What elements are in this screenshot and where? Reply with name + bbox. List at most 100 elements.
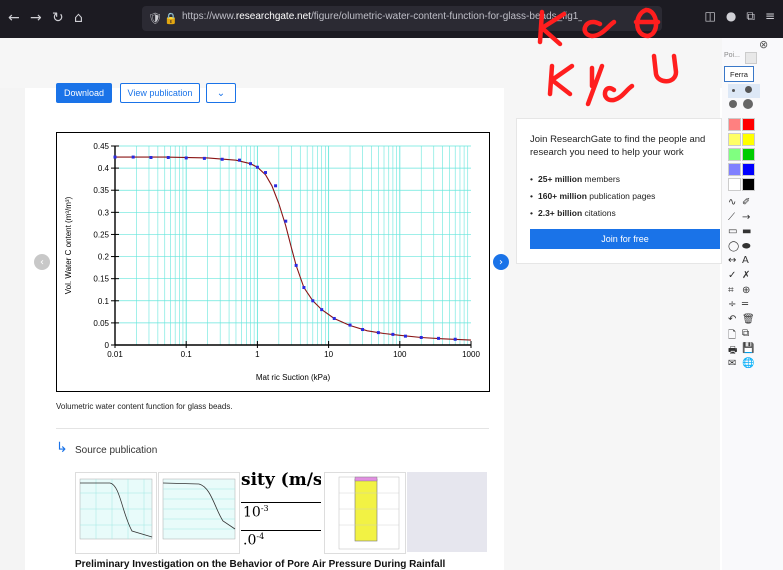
- previous-figure-button[interactable]: ‹: [34, 254, 50, 270]
- palette-tool[interactable]: ⬬: [742, 241, 751, 252]
- palette-tool[interactable]: ◯: [728, 241, 739, 252]
- palette-tool[interactable]: 🌐: [742, 358, 754, 369]
- palette-tool[interactable]: ⊕: [742, 285, 750, 296]
- extension-icon[interactable]: ⧉: [746, 9, 755, 24]
- next-figure-button[interactable]: ›: [493, 254, 509, 270]
- y-axis-label: Vol. Water C ontent (m³/m³): [64, 196, 73, 294]
- home-icon[interactable]: ⌂: [74, 10, 83, 26]
- data-point: [332, 316, 336, 320]
- pointer-swatch[interactable]: [745, 52, 757, 64]
- x-tick-label: 10: [324, 350, 333, 359]
- palette-tool[interactable]: ÷: [728, 299, 736, 310]
- palette-tool[interactable]: ✐: [742, 197, 750, 208]
- thumbnail-3-value-2: .0-4: [243, 532, 265, 549]
- thumbnail-4[interactable]: [324, 472, 406, 554]
- overflow-menu-icon[interactable]: ≡: [765, 9, 775, 24]
- thumbnail-4-chart: [338, 476, 400, 550]
- x-axis-label: Mat ric Suction (kPa): [256, 373, 331, 382]
- x-tick-label: 100: [393, 350, 407, 359]
- palette-tool[interactable]: ↶: [728, 314, 736, 325]
- color-swatch[interactable]: [742, 178, 755, 191]
- palette-tool[interactable]: ✉: [728, 358, 736, 369]
- reload-icon[interactable]: ↻: [52, 10, 64, 26]
- palette-tool[interactable]: A: [742, 255, 749, 266]
- close-palette-icon[interactable]: ⊗: [759, 38, 768, 51]
- palette-tool[interactable]: ▬: [742, 226, 751, 237]
- palette-tool[interactable]: ✓: [728, 270, 736, 281]
- palette-tool[interactable]: ↔: [728, 255, 736, 266]
- lock-icon: 🔒: [164, 12, 178, 25]
- thumbnail-1-chart: [79, 478, 153, 540]
- source-publication-title[interactable]: Preliminary Investigation on the Behavio…: [75, 559, 445, 570]
- palette-tool[interactable]: 🗑: [742, 314, 755, 325]
- color-swatch[interactable]: [742, 133, 755, 146]
- palette-tool[interactable]: ∿: [728, 197, 736, 208]
- url-text: https://www.researchgate.net/figure/olum…: [182, 11, 582, 22]
- palette-tool[interactable]: ⟋: [728, 212, 735, 223]
- data-point: [274, 184, 278, 188]
- color-swatch[interactable]: [728, 148, 741, 161]
- data-point: [348, 323, 352, 327]
- color-swatch[interactable]: [742, 163, 755, 176]
- handwritten-u: [651, 53, 679, 84]
- water-content-chart: 0 0.05 0.1 0.15 0.2 0.25 0.3 0.35 0.4 0.45 0.01 0.1…: [64, 142, 480, 382]
- thumbnail-3-rule-2: [241, 530, 321, 531]
- data-point: [391, 332, 395, 336]
- color-swatch[interactable]: [742, 148, 755, 161]
- thumbnail-2-chart: [162, 478, 236, 540]
- color-swatch[interactable]: [728, 163, 741, 176]
- thumbnail-3[interactable]: sity (m/s) 10-3 .0-4: [241, 472, 321, 552]
- palette-tool[interactable]: ⌗: [728, 285, 734, 296]
- brush-size-small[interactable]: [732, 89, 735, 92]
- color-swatch[interactable]: [742, 118, 755, 131]
- data-point: [311, 299, 315, 303]
- data-point: [419, 335, 423, 339]
- brush-size-medium[interactable]: [745, 86, 752, 93]
- y-tick-label: 0.25: [93, 230, 109, 239]
- brush-size-xlarge[interactable]: [743, 99, 753, 109]
- x-tick-label: 0.1: [181, 350, 193, 359]
- thumbnail-3-value-1: 10-3: [243, 504, 269, 521]
- forward-arrow-icon[interactable]: →: [30, 10, 42, 26]
- figure-image[interactable]: 0 0.05 0.1 0.15 0.2 0.25 0.3 0.35 0.4 0.45 0.01 0.1…: [56, 132, 490, 392]
- palette-tool[interactable]: ✗: [742, 270, 750, 281]
- x-tick-label: 1000: [462, 350, 480, 359]
- color-swatch[interactable]: [728, 133, 741, 146]
- download-button[interactable]: Download: [56, 83, 112, 103]
- data-point: [131, 155, 135, 159]
- pointer-tool[interactable]: Poi...: [724, 52, 740, 59]
- data-point: [184, 156, 188, 160]
- data-point: [437, 336, 441, 340]
- color-swatch[interactable]: [728, 118, 741, 131]
- thumbnail-3-heading: sity (m/s): [241, 472, 321, 490]
- palette-tool[interactable]: →: [742, 212, 750, 223]
- y-tick-label: 0.1: [98, 297, 110, 306]
- handwriting-overlay: [537, 7, 679, 107]
- data-point: [249, 162, 252, 166]
- y-tick-label: 0.2: [98, 253, 110, 262]
- palette-tool[interactable]: ═: [742, 299, 748, 310]
- tools-selector[interactable]: Ferra: [724, 66, 754, 82]
- palette-tool[interactable]: 💾: [742, 343, 754, 354]
- thumbnail-1[interactable]: [75, 472, 157, 554]
- thumbnail-2[interactable]: [158, 472, 240, 554]
- more-options-button[interactable]: ⌄: [206, 83, 236, 103]
- account-icon[interactable]: ●: [726, 9, 736, 24]
- palette-tool[interactable]: ⧉: [742, 328, 749, 339]
- thumbnail-5[interactable]: [407, 472, 487, 552]
- brush-size-large[interactable]: [729, 100, 737, 108]
- source-publication-heading: Source publication: [75, 445, 158, 456]
- data-point: [237, 158, 241, 162]
- data-point: [149, 155, 153, 159]
- palette-tool[interactable]: ▭: [728, 226, 737, 237]
- view-publication-button[interactable]: View publication: [120, 83, 200, 103]
- data-point: [166, 155, 170, 159]
- thumbnail-3-rule: [241, 502, 321, 503]
- data-point: [264, 171, 268, 175]
- join-for-free-button[interactable]: Join for free: [530, 229, 720, 249]
- data-point: [220, 157, 224, 161]
- handwritten-theta: [633, 7, 661, 39]
- join-benefits-list: 25+ million members 160+ million publica…: [530, 174, 655, 225]
- back-arrow-icon[interactable]: ←: [8, 10, 20, 26]
- color-swatch[interactable]: [728, 178, 741, 191]
